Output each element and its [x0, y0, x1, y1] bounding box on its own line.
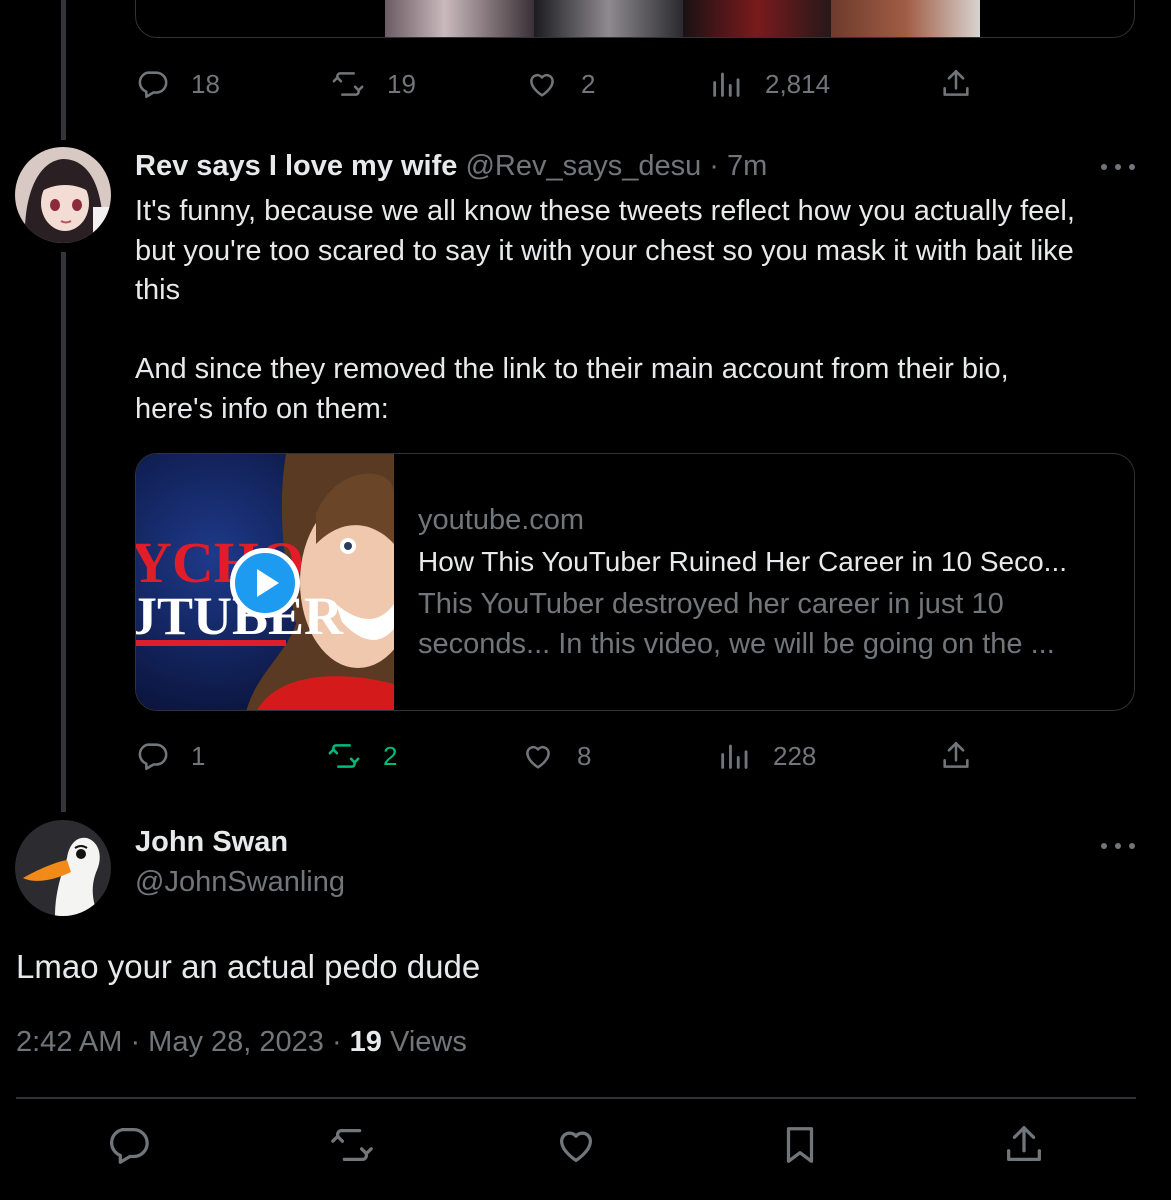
previous-tweet-actions: 18 19 2 2,814: [135, 64, 1015, 104]
retweet-count: 19: [387, 68, 416, 99]
link-description: This YouTuber destroyed her career in ju…: [418, 588, 1004, 620]
focus-tweet-actions: [0, 1122, 1171, 1172]
share-button[interactable]: [939, 64, 973, 104]
link-domain: youtube.com: [418, 504, 585, 536]
bookmark-button[interactable]: [777, 1122, 823, 1168]
retweet-count: 2: [383, 740, 398, 771]
retweet-button[interactable]: [329, 1122, 375, 1168]
like-button[interactable]: 8: [521, 736, 591, 776]
share-icon: [943, 741, 969, 768]
media-thumbnails: [385, 0, 980, 37]
more-options-button[interactable]: [1101, 841, 1135, 851]
reply-count: 18: [191, 68, 220, 99]
like-count: 8: [577, 740, 592, 771]
heart-icon: [526, 745, 550, 769]
like-count: 2: [581, 68, 596, 99]
views-chart-icon: [721, 744, 748, 769]
reply-button[interactable]: 1: [135, 736, 205, 776]
more-options-button[interactable]: [1101, 162, 1135, 172]
previous-tweet-media[interactable]: [135, 0, 1135, 38]
heart-icon: [530, 73, 554, 97]
text-line: It's funny, because we all know these tw…: [135, 195, 1075, 227]
like-button[interactable]: 2: [525, 64, 595, 104]
focus-tweet-meta: 2:42 AM · May 28, 2023 · 19 Views: [16, 1026, 467, 1059]
views-count: 2,814: [765, 68, 831, 99]
focus-author-name[interactable]: John Swan: [135, 826, 288, 859]
views-button[interactable]: 2,814: [709, 64, 830, 104]
views-count: 19: [349, 1026, 382, 1058]
timestamp[interactable]: 2:42 AM · May 28, 2023 ·: [16, 1026, 350, 1058]
reply-button[interactable]: 18: [135, 64, 220, 104]
avatar-john-swan[interactable]: [15, 820, 111, 916]
text-line: but you're too scared to say it with you…: [135, 234, 1074, 267]
heart-icon: [559, 1131, 593, 1162]
bookmark-icon: [786, 1127, 814, 1163]
more-dot: [1129, 164, 1135, 170]
thread-line-top: [61, 0, 66, 140]
reply-icon: [110, 1128, 149, 1164]
retweet-icon: [331, 1128, 373, 1162]
retweet-button[interactable]: 2: [327, 736, 397, 776]
reply-button[interactable]: [105, 1122, 151, 1168]
reply-icon: [138, 71, 168, 99]
views-label: Views: [381, 1026, 467, 1058]
retweet-button[interactable]: 19: [331, 64, 416, 104]
share-icon: [1007, 1126, 1041, 1162]
text-line: here's info on them:: [135, 392, 389, 425]
more-dot: [1115, 843, 1121, 849]
reply-count: 1: [191, 740, 206, 771]
reply-tweet-header: Rev says I love my wife @Rev_says_desu ·…: [135, 150, 767, 183]
share-icon: [943, 69, 969, 96]
focus-tweet-text: Lmao your an actual pedo dude: [16, 948, 481, 985]
duck-avatar-image: [15, 820, 111, 916]
text-line: this: [135, 274, 181, 306]
link-preview-card[interactable]: YCHO JTUBER youtube.com How This YouTube…: [135, 453, 1135, 711]
divider: [16, 1097, 1136, 1099]
author-name[interactable]: Rev says I love my wife: [135, 150, 457, 182]
views-count: 228: [773, 740, 817, 771]
more-dot: [1115, 164, 1121, 170]
reply-icon: [138, 743, 168, 771]
reply-tweet-text: It's funny, because we all know these tw…: [135, 192, 1145, 429]
author-handle-time[interactable]: @Rev_says_desu · 7m: [465, 150, 767, 182]
retweet-icon: [332, 72, 364, 96]
focus-author-handle[interactable]: @JohnSwanling: [135, 866, 345, 899]
share-button[interactable]: [1001, 1122, 1047, 1168]
retweet-icon: [328, 744, 360, 768]
reply-tweet-actions: 1 2 8 228: [135, 736, 1015, 776]
play-icon: [257, 569, 279, 597]
avatar-rev[interactable]: [15, 147, 111, 243]
more-dot: [1129, 843, 1135, 849]
share-button[interactable]: [939, 736, 973, 776]
video-thumbnail[interactable]: YCHO JTUBER: [136, 454, 394, 710]
play-button[interactable]: [230, 548, 300, 618]
text-line: And since they removed the link to their…: [135, 353, 1009, 385]
views-chart-icon: [713, 72, 740, 97]
link-description: seconds... In this video, we will be goi…: [418, 628, 1055, 660]
link-card-text: youtube.com How This YouTuber Ruined Her…: [418, 500, 1118, 664]
link-title: How This YouTuber Ruined Her Career in 1…: [418, 546, 1068, 577]
thread-line-middle: [61, 252, 66, 812]
views-button[interactable]: 228: [717, 736, 816, 776]
like-button[interactable]: [553, 1122, 599, 1168]
anime-avatar-image: [15, 147, 111, 243]
more-dot: [1101, 164, 1107, 170]
more-dot: [1101, 843, 1107, 849]
